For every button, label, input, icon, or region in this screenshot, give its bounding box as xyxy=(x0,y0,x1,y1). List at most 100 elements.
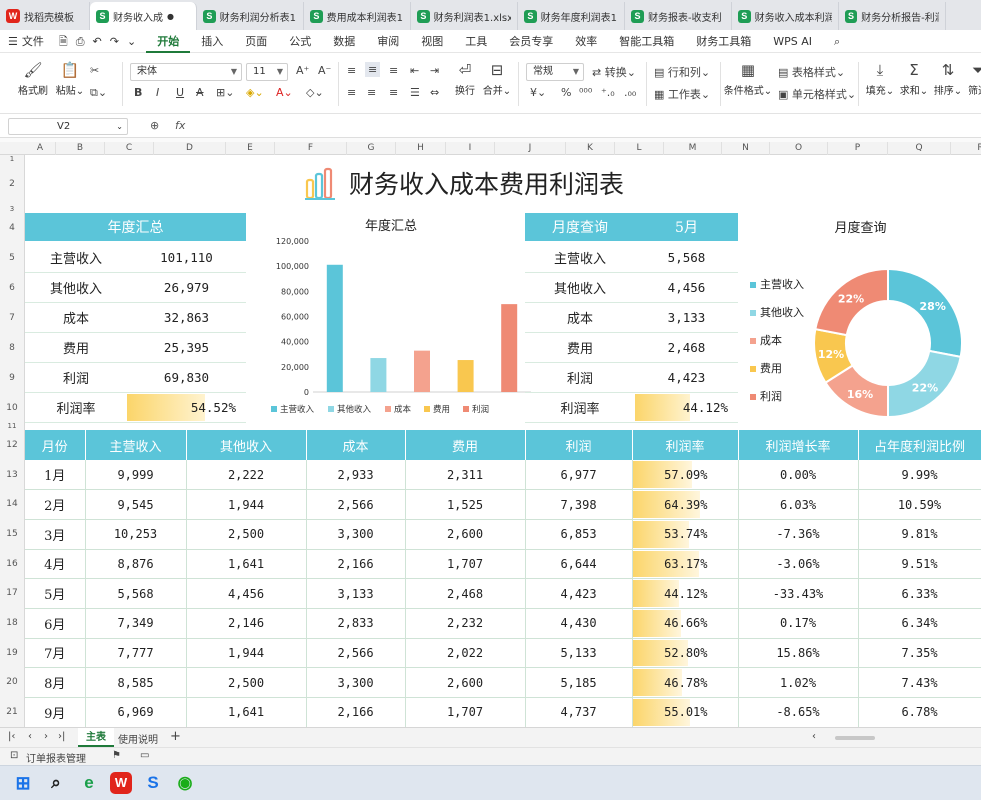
table-cell[interactable]: 6.78% xyxy=(858,697,981,727)
table-cell[interactable]: 3,133 xyxy=(306,578,406,609)
format-painter-button[interactable]: 🖌 格式刷 xyxy=(10,62,56,98)
table-cell[interactable]: 9,545 xyxy=(85,489,187,520)
table-cell[interactable]: 2,468 xyxy=(405,578,526,609)
sync-app-icon[interactable]: S xyxy=(142,772,164,794)
table-cell[interactable]: 1月 xyxy=(25,460,86,491)
table-cell[interactable]: 4,737 xyxy=(525,697,633,727)
table-cell[interactable]: 1,944 xyxy=(186,638,307,669)
table-cell[interactable]: 9.99% xyxy=(858,460,981,491)
menu-item-2[interactable]: 页面 xyxy=(234,30,278,53)
table-cell[interactable]: 2,933 xyxy=(306,460,406,491)
merge-button[interactable]: ⊟ 合并⌄ xyxy=(482,62,512,98)
menu-item-0[interactable]: 开始 xyxy=(146,30,191,53)
table-cell[interactable]: 2,600 xyxy=(405,667,526,698)
menu-item-6[interactable]: 视图 xyxy=(410,30,454,53)
file-tab-4[interactable]: S 财务利润表1.xlsx xyxy=(411,2,518,30)
fx-icon[interactable]: fx xyxy=(175,119,185,132)
outdent-icon[interactable]: ⇥ xyxy=(430,64,439,77)
table-cell[interactable]: 0.00% xyxy=(738,460,859,491)
table-cell[interactable]: 53.74% xyxy=(632,519,739,550)
file-tab-0[interactable]: W 找稻壳模板 xyxy=(0,2,90,30)
row-header[interactable]: 16 xyxy=(0,549,24,579)
column-header[interactable]: B xyxy=(56,142,105,155)
accessibility-icon[interactable]: ⚑ xyxy=(112,750,121,761)
row-header[interactable]: 7 xyxy=(0,303,24,333)
table-cell[interactable]: 3,300 xyxy=(306,667,406,698)
menu-item-3[interactable]: 公式 xyxy=(278,30,322,53)
next-sheet-icon[interactable]: › xyxy=(44,731,48,742)
row-header[interactable]: 3 xyxy=(0,205,24,213)
table-cell[interactable]: 1,641 xyxy=(186,549,307,580)
menu-item-1[interactable]: 插入 xyxy=(190,30,234,53)
rows-cols-button[interactable]: ▤ 行和列⌄ xyxy=(654,64,710,80)
column-header[interactable]: O xyxy=(770,142,828,155)
align-right-icon[interactable]: ≡ xyxy=(389,86,398,99)
table-cell[interactable]: -8.65% xyxy=(738,697,859,727)
table-cell[interactable]: 15.86% xyxy=(738,638,859,669)
sum-button[interactable]: Σ 求和⌄ xyxy=(898,62,930,98)
table-cell[interactable]: 10,253 xyxy=(85,519,187,550)
number-format-select[interactable]: 常规 ▼ xyxy=(526,63,584,81)
file-tab-5[interactable]: S 财务年度利润表1. xyxy=(518,2,625,30)
table-cell[interactable]: -33.43% xyxy=(738,578,859,609)
table-cell[interactable]: 7.35% xyxy=(858,638,981,669)
redo-icon[interactable]: ↷ xyxy=(106,30,123,53)
worksheet-button[interactable]: ▦ 工作表⌄ xyxy=(654,86,710,102)
table-cell[interactable]: 4,456 xyxy=(186,578,307,609)
row-header[interactable]: 19 xyxy=(0,638,24,668)
row-header[interactable]: 20 xyxy=(0,668,24,697)
font-family-select[interactable]: 宋体 ▼ xyxy=(130,63,242,81)
cut-icon[interactable]: ✂ xyxy=(90,64,99,77)
wrap-text-button[interactable]: ⏎ 换行 xyxy=(450,62,480,98)
column-header[interactable]: C xyxy=(105,142,154,155)
table-cell[interactable]: 64.39% xyxy=(632,489,739,520)
table-cell[interactable]: 1,525 xyxy=(405,489,526,520)
table-cell[interactable]: 8月 xyxy=(25,667,86,698)
table-cell[interactable]: 46.78% xyxy=(632,667,739,698)
table-cell[interactable]: 10.59% xyxy=(858,489,981,520)
column-header[interactable]: E xyxy=(226,142,275,155)
table-cell[interactable]: 4月 xyxy=(25,549,86,580)
file-tab-8[interactable]: S 财务分析报告-利润 xyxy=(839,2,946,30)
table-cell[interactable]: 2,600 xyxy=(405,519,526,550)
table-cell[interactable]: 7,398 xyxy=(525,489,633,520)
column-header[interactable]: J xyxy=(495,142,566,155)
paste-button[interactable]: 📋 粘贴⌄ xyxy=(52,62,88,98)
table-cell[interactable]: 2,500 xyxy=(186,519,307,550)
table-cell[interactable]: 5,133 xyxy=(525,638,633,669)
table-style-button[interactable]: ▤ 表格样式⌄ xyxy=(778,64,845,80)
table-cell[interactable]: 2,166 xyxy=(306,697,406,727)
row-header[interactable]: 5 xyxy=(0,243,24,273)
row-header[interactable]: 13 xyxy=(0,460,24,490)
column-header[interactable]: L xyxy=(615,142,664,155)
indent-icon[interactable]: ⇤ xyxy=(410,64,419,77)
table-cell[interactable]: 44.12% xyxy=(632,578,739,609)
table-cell[interactable]: 4,423 xyxy=(525,578,633,609)
last-sheet-icon[interactable]: ›| xyxy=(58,731,65,742)
border-icon[interactable]: ⊞⌄ xyxy=(216,86,234,99)
row-header[interactable]: 2 xyxy=(0,163,24,205)
justify-icon[interactable]: ☰ xyxy=(410,86,420,99)
table-cell[interactable]: 2,500 xyxy=(186,667,307,698)
column-header[interactable]: Q xyxy=(888,142,951,155)
table-cell[interactable]: 6,853 xyxy=(525,519,633,550)
bold-icon[interactable]: B xyxy=(134,86,142,99)
column-header[interactable]: N xyxy=(722,142,770,155)
first-sheet-icon[interactable]: |‹ xyxy=(8,731,15,742)
copy-icon[interactable]: ⧉⌄ xyxy=(90,86,107,100)
row-header[interactable]: 21 xyxy=(0,697,24,727)
table-cell[interactable]: 6.03% xyxy=(738,489,859,520)
align-middle-icon[interactable]: ≡ xyxy=(365,62,381,77)
convert-button[interactable]: ⇄ 转换⌄ xyxy=(592,64,636,80)
print-icon[interactable]: ⎙ xyxy=(72,30,89,53)
increase-font-icon[interactable]: A⁺ xyxy=(296,64,309,77)
increase-decimal-icon[interactable]: ⁺.₀ xyxy=(601,86,615,99)
thousands-icon[interactable]: ⁰⁰⁰ xyxy=(579,86,592,99)
table-cell[interactable]: 9月 xyxy=(25,697,86,727)
menu-item-12[interactable]: WPS AI xyxy=(762,30,823,53)
table-cell[interactable]: 6,644 xyxy=(525,549,633,580)
scroll-left-icon[interactable]: ‹ xyxy=(812,731,816,742)
table-cell[interactable]: 6.33% xyxy=(858,578,981,609)
save-icon[interactable]: 🗎 xyxy=(55,30,72,53)
column-header[interactable]: A xyxy=(25,142,56,155)
